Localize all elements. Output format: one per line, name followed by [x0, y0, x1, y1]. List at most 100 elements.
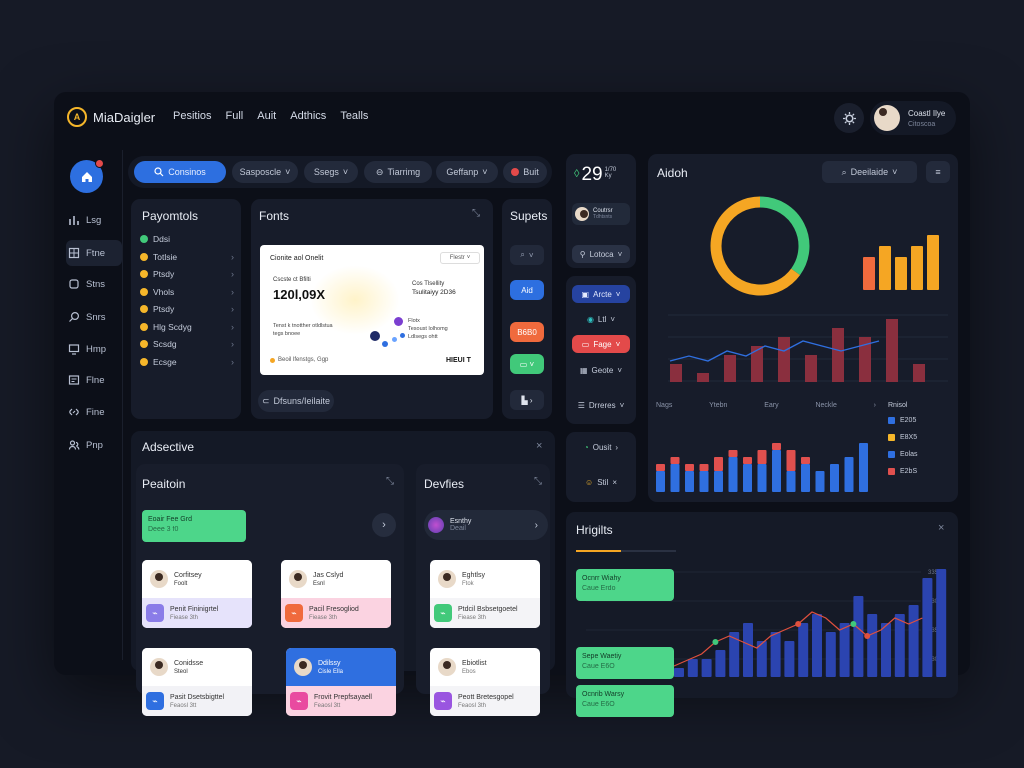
right-value: Tsulitaiyy 2D36 — [412, 289, 456, 296]
person-card[interactable]: Jas Cslyd Esnl ⌁ Pacil Fresogliod Fiease 3th — [281, 560, 391, 628]
avatar — [874, 105, 900, 131]
sidebar-item[interactable]: Hmp — [66, 336, 122, 362]
person-card[interactable]: Ddilssy Cisle Ella ⌁ Frovit Prepfsayaell Fea… — [286, 648, 396, 716]
sidebar-item[interactable]: Lsg — [66, 207, 122, 233]
bar — [853, 596, 864, 677]
search-icon: ⌕ — [841, 166, 847, 177]
activity-title: Adsective — [142, 440, 195, 454]
action-button[interactable]: ▦ Geote ˅ — [572, 361, 630, 379]
payment-item[interactable]: Ptsdy › — [140, 304, 234, 314]
globe-icon: ◉ — [586, 314, 594, 324]
bar — [911, 246, 923, 290]
device-card[interactable]: Eghtlsy Ftok ⌁ Ptdcil Bsbsetgoetel Fiease 3t… — [430, 560, 540, 628]
stack-bar — [859, 443, 868, 492]
action-button[interactable]: ▭ Fage ˅ — [572, 335, 630, 353]
data-point — [850, 621, 857, 627]
filter-dropdown[interactable]: Geffanp ˅ — [436, 161, 498, 183]
sidebar-item[interactable]: Pnp — [66, 432, 122, 458]
app-name: MiaDaigler — [93, 109, 156, 125]
close-icon[interactable]: × — [938, 522, 944, 534]
highlight-item[interactable]: Sepe Waetiy Caue E6O — [576, 647, 674, 679]
nav-item[interactable]: Auit — [257, 110, 276, 122]
status-item[interactable]: ◔ Ousit › — [572, 438, 630, 456]
sidebar-item[interactable]: Flne — [66, 367, 122, 393]
home-button[interactable] — [70, 159, 104, 193]
action-button[interactable]: ☰ Drreres ˅ — [572, 396, 630, 414]
collapse-icon[interactable]: ⤡ — [534, 476, 542, 487]
highlight-item[interactable]: Ocnrr Wiahy Caue Erdo — [576, 569, 674, 601]
sidebar-item[interactable]: Snrs — [66, 304, 122, 330]
thumb-button[interactable]: ▙ › — [510, 390, 544, 410]
chevron-right-icon: › — [534, 519, 538, 531]
bar — [825, 632, 836, 677]
invoice-preview[interactable]: Cionite aol Onelit Flestr ˅ Cscste ct Bfi… — [260, 245, 484, 375]
filter-chip[interactable]: Buit — [503, 161, 547, 183]
payment-item[interactable]: Vhols › — [140, 287, 234, 297]
nav-item[interactable]: Tealls — [340, 110, 368, 122]
action-button[interactable]: ▣ Arcte ˅ — [572, 285, 630, 303]
payment-item[interactable]: Hlg Scdyg › — [140, 322, 234, 332]
payment-item[interactable]: Ecsge › — [140, 357, 234, 367]
location-button[interactable]: ⚲ Lotoca ˅ — [572, 245, 630, 263]
sidebar-item[interactable]: Ftne — [66, 240, 122, 266]
position-title: Peaitoin — [142, 477, 186, 491]
clipboard-icon: ▣ — [581, 289, 590, 299]
menu-button[interactable]: ≡ — [926, 161, 950, 183]
search-icon — [154, 167, 164, 177]
aid-button[interactable]: Aid — [510, 280, 544, 300]
payment-item[interactable]: Ptsdy › — [140, 269, 234, 279]
green-toggle[interactable]: ▭ ˅ — [510, 354, 544, 374]
stack-bar — [757, 464, 767, 492]
filter-dropdown[interactable]: ⊖ Tiarrimg — [364, 161, 432, 183]
status-dot — [140, 270, 148, 278]
person-card[interactable]: Conidsse Steol ⌁ Pasit Dsetsbigttel Feaosl 3… — [142, 648, 252, 716]
search-pill[interactable]: Consinos — [134, 161, 226, 183]
download-button[interactable]: ⊂ Dfsuns/Ieilaite — [258, 390, 334, 412]
close-icon[interactable]: × — [536, 440, 542, 452]
status-item[interactable]: ☺ Stil × — [572, 473, 630, 491]
status-dot — [140, 357, 148, 366]
search-button[interactable]: ⌕ ˅ — [510, 245, 544, 265]
profile-chip[interactable]: Coutrsr Tdhtsnts — [572, 203, 630, 225]
position-badge[interactable]: Eoair Fee Grd Deee 3 f0 — [142, 510, 246, 542]
next-button[interactable]: › — [372, 513, 396, 537]
invoice-heading: Cionite aol Onelit — [270, 255, 324, 262]
stack-bar — [815, 471, 825, 492]
payment-item[interactable]: Ddsi — [140, 234, 234, 244]
data-point — [864, 633, 871, 639]
highlight-item[interactable]: Ocnrib Warsy Caue E6O — [576, 685, 674, 717]
period-dropdown[interactable]: ⌕ Deeilaide ˅ — [822, 161, 917, 183]
nav-item[interactable]: Full — [226, 110, 244, 122]
sidebar-item[interactable]: Stns — [66, 271, 122, 297]
nav-item[interactable]: Adthics — [290, 110, 326, 122]
invoice-badge[interactable]: Flestr ˅ — [440, 252, 480, 264]
search-icon: ⌕ — [520, 250, 525, 259]
sidebar-item[interactable]: Fine — [66, 399, 122, 425]
stack-bar — [801, 464, 810, 492]
filter-dropdown[interactable]: Ssegs ˅ — [304, 161, 358, 183]
stack-bar — [757, 450, 767, 464]
person-card[interactable]: Corfitsey Foolt ⌁ Penit Fininigrtel Fiease 3… — [142, 560, 252, 628]
nav-item[interactable]: Pesitios — [173, 110, 212, 122]
app-logo[interactable]: A MiaDaigler — [67, 107, 155, 127]
link-icon: ⌁ — [434, 692, 452, 710]
payment-item[interactable]: Scsdg › — [140, 339, 234, 349]
action-button[interactable]: ◉ Ltl ˅ — [572, 310, 630, 328]
device-chip[interactable]: Esnthy Deail › — [424, 510, 548, 540]
note-line: tegs bnoee — [273, 331, 301, 337]
b6b0-button[interactable]: B6B0 — [510, 322, 544, 342]
device-icon — [428, 517, 444, 533]
payment-item[interactable]: Totlsie › — [140, 252, 234, 262]
collapse-icon[interactable]: ⤡ — [472, 208, 480, 219]
user-menu[interactable]: Coastl Ilye Citoscoa — [870, 101, 956, 135]
chevron-down-icon: ˅ — [617, 365, 623, 375]
progress-track — [576, 550, 676, 552]
collapse-icon[interactable]: ⤡ — [386, 476, 394, 487]
bar — [715, 650, 726, 677]
invoice-footer: Beoil lfenstgs, Ggp — [270, 357, 328, 363]
settings-button[interactable] — [834, 103, 864, 133]
menu-icon: ≡ — [935, 167, 941, 177]
filter-dropdown[interactable]: Sasposcle ˅ — [232, 161, 298, 183]
device-card[interactable]: Ebiotlist Ebos ⌁ Peott Bretesgopel Feaosl 3t… — [430, 648, 540, 716]
invoice-footer-right: HIEUI T — [446, 357, 471, 364]
